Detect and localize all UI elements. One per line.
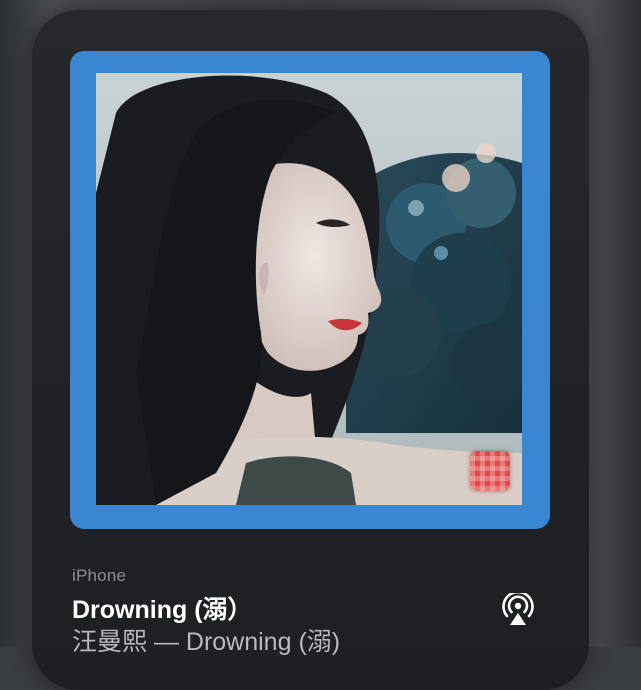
album-artwork-frame[interactable] (70, 51, 550, 529)
artist-album-line: 汪曼熙 — Drowning (溺) (72, 628, 341, 656)
airplay-audio-icon[interactable] (500, 590, 536, 627)
track-title: Drowning (溺） (72, 596, 253, 624)
playback-source: iPhone (72, 566, 127, 585)
album-artwork (96, 73, 522, 505)
app-badge-icon (470, 451, 510, 491)
